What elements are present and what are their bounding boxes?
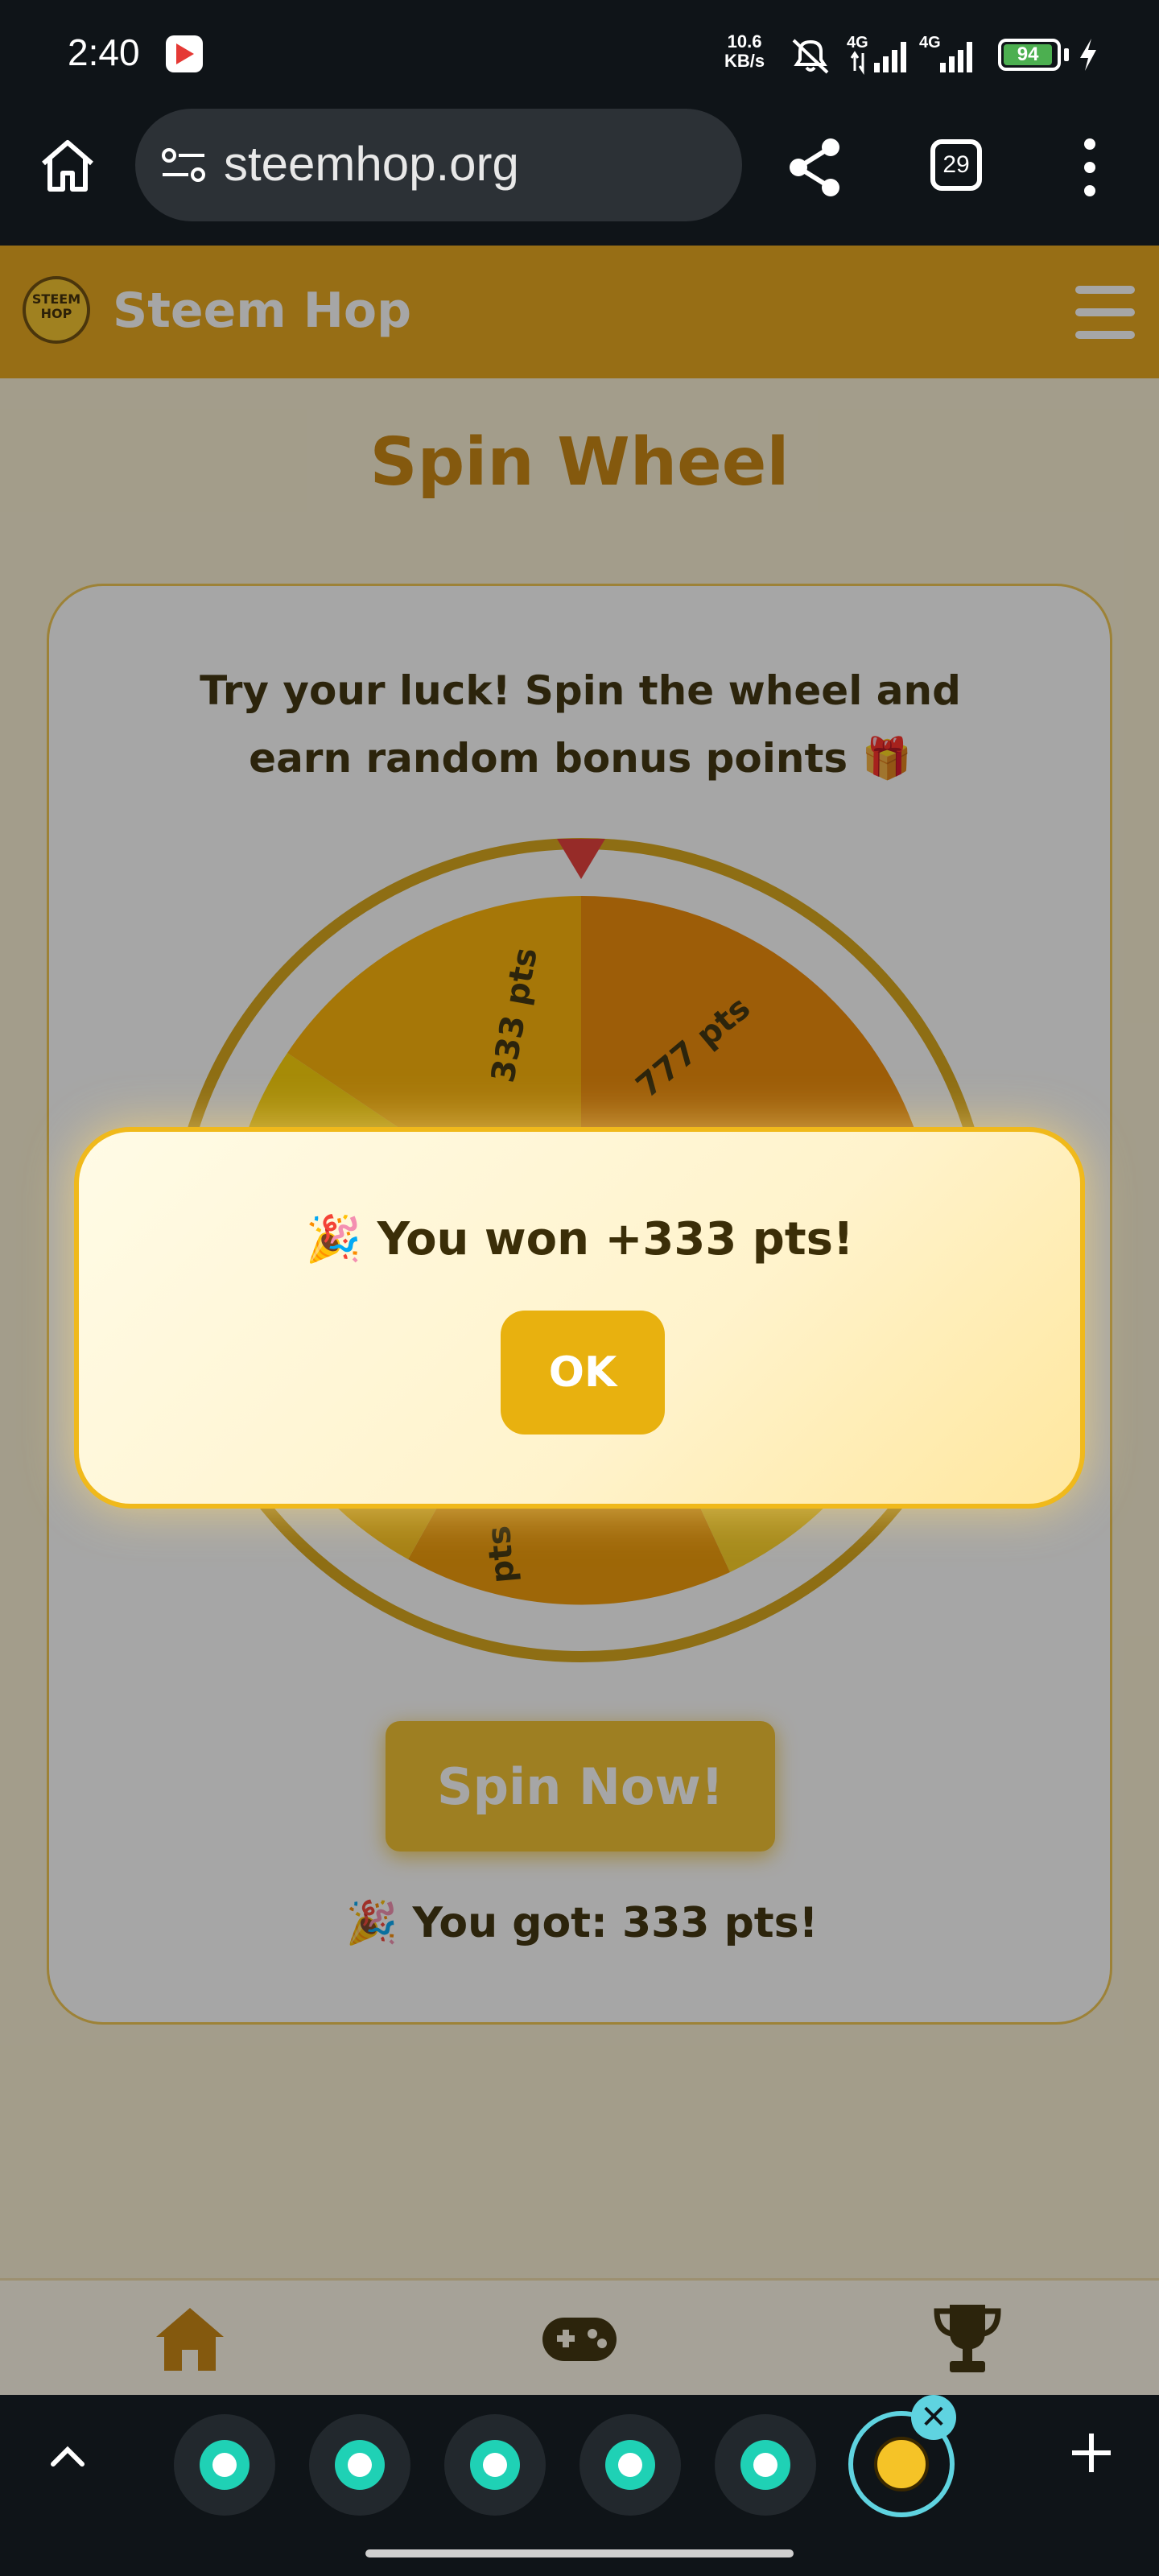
tab-favicon-icon — [740, 2440, 790, 2490]
status-bar: 2:40 10.6 KB/s 4G 4G 94 — [0, 0, 1159, 109]
win-dialog: 🎉 You won +333 pts! OK — [74, 1127, 1085, 1509]
tab-thumbnail[interactable] — [309, 2414, 410, 2516]
tab-favicon-icon — [335, 2440, 385, 2490]
browser-toolbar: steemhop.org 29 — [0, 109, 1159, 246]
tab-favicon-icon — [200, 2440, 250, 2490]
steemhop-favicon-icon — [874, 2437, 929, 2491]
tab-strip: ✕ — [0, 2395, 1159, 2576]
site-settings-icon[interactable] — [159, 144, 208, 186]
home-icon[interactable] — [35, 133, 100, 197]
battery-tip — [1064, 48, 1069, 61]
charging-icon — [1080, 39, 1096, 71]
mute-bell-icon — [792, 39, 829, 74]
url-text[interactable]: steemhop.org — [224, 136, 519, 192]
ok-button[interactable]: OK — [501, 1311, 665, 1435]
share-icon[interactable] — [781, 133, 850, 202]
network-speed: 10.6 KB/s — [724, 32, 765, 71]
close-tab-icon[interactable]: ✕ — [911, 2395, 956, 2440]
tab-thumbnail[interactable] — [174, 2414, 275, 2516]
signal-icon-1 — [850, 42, 906, 75]
tab-favicon-icon — [605, 2440, 655, 2490]
tab-thumbnail[interactable] — [444, 2414, 546, 2516]
clock: 2:40 — [68, 31, 140, 73]
new-tab-plus-icon[interactable] — [1066, 2427, 1117, 2479]
chevron-up-icon[interactable] — [43, 2432, 92, 2480]
tab-thumbnail[interactable] — [715, 2414, 816, 2516]
win-message: 🎉 You won +333 pts! — [305, 1213, 854, 1265]
url-bar[interactable]: steemhop.org — [135, 109, 742, 221]
signal-icon-2 — [940, 42, 972, 72]
battery-level: 94 — [1004, 44, 1053, 65]
speed-unit: KB/s — [724, 51, 765, 71]
tab-favicon-icon — [470, 2440, 520, 2490]
tab-switcher-button[interactable]: 29 — [930, 139, 982, 191]
tab-thumbnail[interactable] — [580, 2414, 681, 2516]
home-indicator[interactable] — [365, 2549, 794, 2557]
play-store-notification-icon — [166, 35, 203, 72]
speed-value: 10.6 — [727, 31, 762, 52]
more-menu-icon[interactable] — [1074, 134, 1106, 200]
battery-icon: 94 — [998, 39, 1061, 71]
